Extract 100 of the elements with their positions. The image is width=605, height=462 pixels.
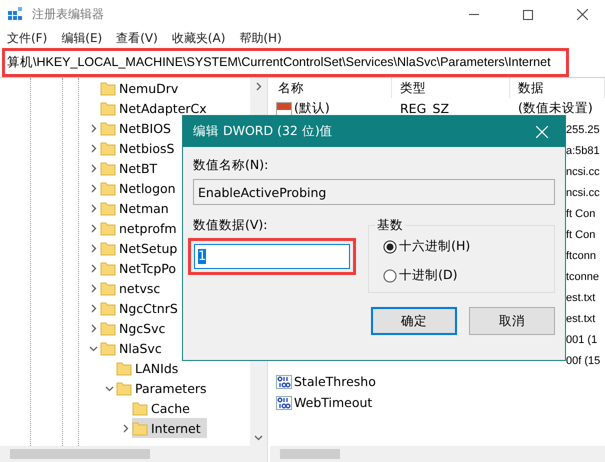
tree-item[interactable]: netvsc (100, 278, 166, 298)
collapsed-chevron-icon[interactable] (88, 164, 98, 172)
folder-icon (116, 360, 132, 376)
tree-item[interactable]: netprofm (100, 218, 183, 238)
value-data: 00f (15 (566, 354, 600, 366)
maximize-icon (523, 10, 533, 20)
tree-item[interactable]: NgcCtnrS (100, 298, 184, 318)
dialog-title: 编辑 DWORD (32 位)值 (193, 123, 334, 140)
tree-item[interactable]: NetbiosS (100, 138, 180, 158)
folder-icon (100, 320, 116, 336)
binary-value-icon (276, 396, 292, 410)
collapsed-chevron-icon[interactable] (120, 424, 130, 432)
folder-icon (100, 220, 116, 236)
tree-item[interactable]: NlaSvc (100, 338, 168, 358)
menu-item[interactable]: 收藏夹(A) (172, 30, 226, 46)
expanded-chevron-icon[interactable] (88, 344, 98, 352)
value-data: 255.25 (566, 124, 600, 136)
radio-icon[interactable] (383, 268, 398, 282)
dialog-button[interactable]: 确定 (371, 307, 457, 335)
collapsed-chevron-icon[interactable] (88, 184, 98, 192)
folder-icon (132, 420, 148, 436)
folder-icon (100, 80, 116, 96)
binary-value-icon (276, 374, 292, 388)
value-data: 001 (1 (566, 334, 598, 346)
folder-icon (100, 260, 116, 276)
collapsed-chevron-icon[interactable] (88, 224, 98, 232)
minimize-icon (469, 14, 479, 16)
tree-item[interactable]: NetBIOS (100, 118, 177, 138)
collapsed-chevron-icon[interactable] (88, 124, 98, 132)
tree-item[interactable]: Cache (132, 398, 196, 418)
value-name[interactable]: (默认) (270, 100, 392, 117)
folder-icon (100, 340, 116, 356)
tree-item[interactable]: NgcSvc (100, 318, 172, 338)
collapsed-chevron-icon[interactable] (88, 144, 98, 152)
folder-icon (100, 300, 116, 316)
collapsed-chevron-icon[interactable] (88, 304, 98, 312)
value-data: est.txt (566, 292, 596, 304)
value-type: REG_SZ (400, 101, 450, 116)
address-bar[interactable]: 算机\HKEY_LOCAL_MACHINE\SYSTEM\CurrentControlSet\Services\NlaSvc\Parameters\Internet (2, 48, 569, 77)
tree-item[interactable]: NetTcpPo (100, 258, 182, 278)
close-icon (576, 9, 588, 20)
value-data: ncsi.cc (566, 166, 600, 178)
collapsed-chevron-icon[interactable] (88, 204, 98, 212)
column-header[interactable]: 名称 (270, 78, 392, 98)
collapsed-chevron-icon[interactable] (88, 244, 98, 252)
menu-item[interactable]: 编辑(E) (61, 30, 102, 46)
dialog-button[interactable]: 取消 (469, 307, 555, 335)
folder-icon (100, 200, 116, 216)
value-data: ncsi.cc (566, 186, 600, 198)
expanded-chevron-icon[interactable] (104, 384, 114, 392)
radio-icon[interactable] (383, 240, 398, 254)
collapsed-chevron-icon[interactable] (88, 324, 98, 332)
folder-icon (100, 100, 116, 116)
value-name-field[interactable]: EnableActiveProbing (193, 179, 555, 205)
window-title: 注册表编辑器 (32, 6, 105, 23)
value-data: ftconn (566, 250, 596, 262)
tree-item[interactable]: Netman (100, 198, 175, 218)
horizontal-scrollbar[interactable] (270, 446, 605, 462)
close-icon (536, 126, 548, 138)
menu-item[interactable]: 查看(V) (116, 30, 158, 46)
field-label: 数值数据(V): (193, 217, 269, 234)
value-data: ft Con (566, 228, 596, 240)
value-data: ft Con (566, 208, 596, 220)
value-data: (数值未设置) (518, 100, 593, 117)
horizontal-scrollbar[interactable] (0, 446, 267, 462)
scroll-down-icon[interactable] (254, 433, 263, 442)
folder-icon (100, 240, 116, 256)
menu-item[interactable]: 帮助(H) (239, 30, 282, 46)
folder-icon (132, 400, 148, 416)
radio-option[interactable]: 十六进制(H) (383, 238, 554, 255)
tree-item[interactable]: NetSetup (100, 238, 184, 258)
folder-icon (100, 120, 116, 136)
collapsed-chevron-icon[interactable] (88, 284, 98, 292)
tree-item[interactable]: Netlogon (100, 178, 182, 198)
tree-item[interactable]: NemuDrv (100, 78, 184, 98)
tree-item[interactable]: Parameters (116, 378, 213, 398)
column-header[interactable]: 类型 (392, 78, 510, 98)
folder-icon (100, 140, 116, 156)
folder-icon (116, 380, 132, 396)
tree-item[interactable]: LANIds (116, 358, 184, 378)
string-value-icon (276, 102, 292, 116)
group-label: 基数 (375, 217, 406, 234)
registry-app-icon (8, 6, 24, 22)
folder-icon (100, 280, 116, 296)
tree-item[interactable]: Internet (132, 418, 207, 438)
tree-item[interactable]: NetAdapterCx (100, 98, 213, 118)
value-data-field[interactable]: 1 (194, 244, 350, 269)
value-name[interactable]: WebTimeout (270, 395, 392, 410)
collapsed-chevron-icon[interactable] (88, 264, 98, 272)
value-data: a:5b81 (566, 144, 600, 156)
radio-option[interactable]: 十进制(D) (383, 267, 554, 284)
value-data: tconne (566, 270, 600, 282)
value-data: est.txt (566, 312, 596, 324)
folder-icon (100, 160, 116, 176)
column-header[interactable]: 数据 (510, 78, 605, 98)
menu-item[interactable]: 文件(F) (7, 30, 48, 46)
field-label: 数值名称(N): (193, 157, 270, 174)
value-name[interactable]: StaleThresho (270, 374, 392, 389)
folder-icon (100, 180, 116, 196)
tree-item[interactable]: NetBT (100, 158, 164, 178)
